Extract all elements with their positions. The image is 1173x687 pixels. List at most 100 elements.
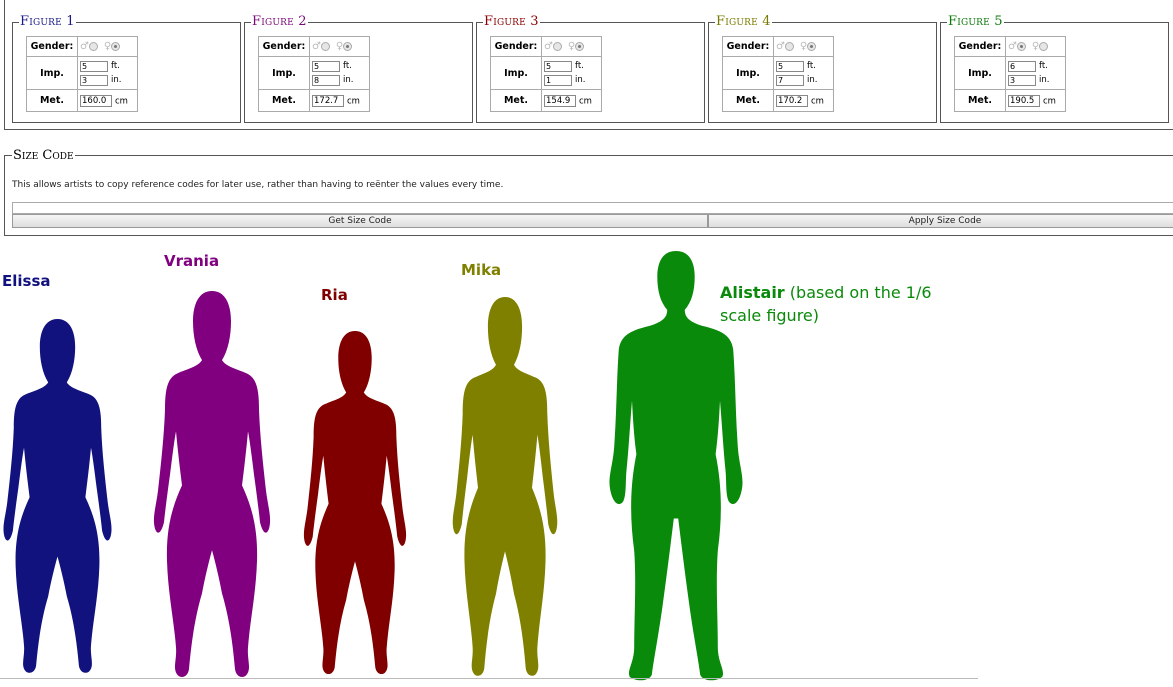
gender-female-radio[interactable]	[807, 42, 817, 51]
metric-field: 172.7 cm	[309, 89, 370, 112]
cm-unit: cm	[1043, 96, 1056, 106]
silhouette-elissa	[3, 319, 112, 673]
cm-input[interactable]: 154.9	[544, 94, 576, 107]
figure-table: Gender: ♂ ♀ Imp. 5 ft. 1 in. Met. 154.9 cm	[490, 36, 602, 112]
female-icon: ♀	[1031, 41, 1040, 52]
silhouette-comparison: Elissa Vrania Ria Mika Alistair (based o…	[0, 236, 1173, 687]
feet-input[interactable]: 6	[1008, 60, 1036, 72]
feet-unit: ft.	[807, 61, 816, 71]
silhouette-ria	[303, 331, 407, 675]
cm-unit: cm	[115, 96, 128, 106]
figure-legend: Figure 5	[947, 14, 1004, 30]
figure-5-fieldset: Figure 5 Gender: ♂ ♀ Imp. 6 ft. 3 in. Met.…	[940, 14, 1169, 123]
figure-table: Gender: ♂ ♀ Imp. 5 ft. 7 in. Met. 170.2 cm	[722, 36, 834, 112]
gender-label: Gender:	[26, 36, 78, 57]
feet-input[interactable]: 5	[80, 60, 108, 72]
female-icon: ♀	[799, 41, 808, 52]
figure-2-fieldset: Figure 2 Gender: ♂ ♀ Imp. 5 ft. 8 in. Met.…	[244, 14, 473, 123]
inches-input[interactable]: 3	[1008, 74, 1036, 86]
metric-field: 154.9 cm	[541, 89, 602, 112]
apply-size-code-button[interactable]: Apply Size Code	[708, 214, 1173, 228]
cm-unit: cm	[347, 96, 360, 106]
imperial-fields: 6 ft. 3 in.	[1005, 56, 1066, 90]
imperial-label: Imp.	[954, 56, 1006, 90]
male-icon: ♂	[776, 41, 785, 52]
figure-legend: Figure 3	[483, 14, 540, 30]
size-code-legend: Size Code	[12, 148, 75, 164]
inch-unit: in.	[1039, 75, 1050, 85]
gender-male-radio[interactable]	[552, 42, 562, 51]
feet-unit: ft.	[575, 61, 584, 71]
gender-male-radio[interactable]	[88, 42, 98, 51]
cm-input[interactable]: 170.2	[776, 94, 808, 107]
imperial-fields: 5 ft. 3 in.	[77, 56, 138, 90]
gender-female-radio[interactable]	[111, 42, 121, 51]
figure-legend: Figure 2	[251, 14, 308, 30]
metric-field: 160.0 cm	[77, 89, 138, 112]
imperial-fields: 5 ft. 7 in.	[773, 56, 834, 90]
feet-input[interactable]: 5	[776, 60, 804, 72]
cm-unit: cm	[811, 96, 824, 106]
gender-female-radio[interactable]	[343, 42, 353, 51]
gender-female-radio[interactable]	[1039, 42, 1049, 51]
gender-options: ♂ ♀	[77, 36, 138, 57]
figure-legend: Figure 4	[715, 14, 772, 30]
cm-input[interactable]: 172.7	[312, 94, 344, 107]
gender-male-radio[interactable]	[784, 42, 794, 51]
metric-label: Met.	[954, 89, 1006, 112]
gender-options: ♂ ♀	[309, 36, 370, 57]
gender-options: ♂ ♀	[541, 36, 602, 57]
gender-options: ♂ ♀	[1005, 36, 1066, 57]
figure-1-fieldset: Figure 1 Gender: ♂ ♀ Imp. 5 ft. 3 in. Met.…	[12, 14, 241, 123]
imperial-fields: 5 ft. 1 in.	[541, 56, 602, 90]
imperial-label: Imp.	[26, 56, 78, 90]
size-code-fieldset: Size Code This allows artists to copy re…	[4, 148, 1173, 236]
figure-legend: Figure 1	[19, 14, 76, 30]
female-icon: ♀	[567, 41, 576, 52]
gender-options: ♂ ♀	[773, 36, 834, 57]
inch-unit: in.	[807, 75, 818, 85]
silhouette-alistair	[609, 251, 743, 681]
cm-input[interactable]: 160.0	[80, 94, 112, 107]
inches-input[interactable]: 8	[312, 74, 340, 86]
inch-unit: in.	[111, 75, 122, 85]
size-code-description: This allows artists to copy reference co…	[12, 180, 504, 190]
gender-label: Gender:	[954, 36, 1006, 57]
male-icon: ♂	[544, 41, 553, 52]
metric-label: Met.	[722, 89, 774, 112]
imperial-label: Imp.	[258, 56, 310, 90]
imperial-label: Imp.	[490, 56, 542, 90]
figure-3-fieldset: Figure 3 Gender: ♂ ♀ Imp. 5 ft. 1 in. Met.…	[476, 14, 705, 123]
ground-line	[0, 678, 978, 679]
gender-label: Gender:	[490, 36, 542, 57]
male-icon: ♂	[80, 41, 89, 52]
metric-field: 170.2 cm	[773, 89, 834, 112]
get-size-code-button[interactable]: Get Size Code	[12, 214, 708, 228]
feet-unit: ft.	[111, 61, 120, 71]
size-code-textarea[interactable]	[12, 202, 1173, 214]
figure-table: Gender: ♂ ♀ Imp. 5 ft. 8 in. Met. 172.7 cm	[258, 36, 370, 112]
figure-table: Gender: ♂ ♀ Imp. 5 ft. 3 in. Met. 160.0 cm	[26, 36, 138, 112]
gender-male-radio[interactable]	[1016, 42, 1026, 51]
inches-input[interactable]: 3	[80, 74, 108, 86]
metric-label: Met.	[490, 89, 542, 112]
gender-male-radio[interactable]	[320, 42, 330, 51]
male-icon: ♂	[1008, 41, 1017, 52]
feet-input[interactable]: 5	[312, 60, 340, 72]
gender-female-radio[interactable]	[575, 42, 585, 51]
metric-label: Met.	[26, 89, 78, 112]
feet-unit: ft.	[343, 61, 352, 71]
silhouette-vrania	[153, 291, 271, 677]
female-icon: ♀	[103, 41, 112, 52]
silhouette-mika	[452, 297, 558, 676]
imperial-fields: 5 ft. 8 in.	[309, 56, 370, 90]
feet-input[interactable]: 5	[544, 60, 572, 72]
metric-label: Met.	[258, 89, 310, 112]
silhouettes-svg	[3, 251, 743, 681]
inch-unit: in.	[343, 75, 354, 85]
figure-table: Gender: ♂ ♀ Imp. 6 ft. 3 in. Met. 190.5 cm	[954, 36, 1066, 112]
inches-input[interactable]: 1	[544, 74, 572, 86]
inches-input[interactable]: 7	[776, 74, 804, 86]
figure-4-fieldset: Figure 4 Gender: ♂ ♀ Imp. 5 ft. 7 in. Met.…	[708, 14, 937, 123]
cm-input[interactable]: 190.5	[1008, 94, 1040, 107]
